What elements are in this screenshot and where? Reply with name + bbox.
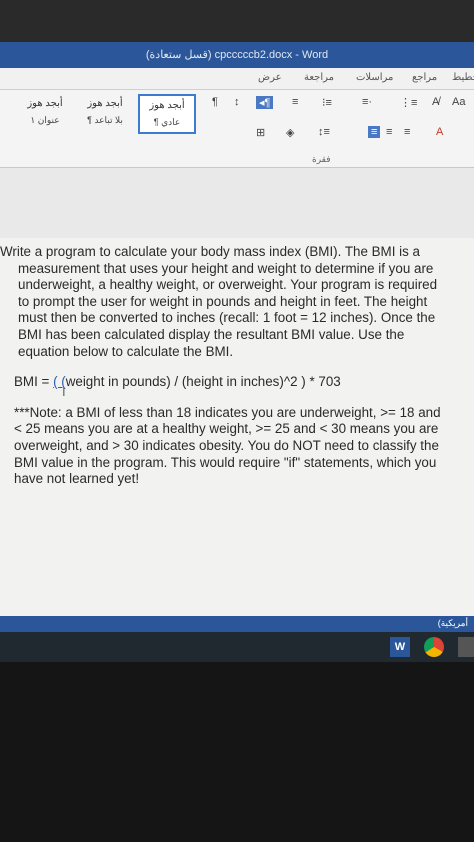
tab-view[interactable]: عرض <box>258 72 282 83</box>
pilcrow-icon[interactable]: ¶ <box>212 96 218 108</box>
formula-prefix: BMI = <box>14 374 54 390</box>
style-normal-sample: أبجد هوز <box>149 100 185 111</box>
style-no-spacing-label: ¶ بلا تباعد <box>87 115 123 125</box>
formula-rest: weight in pounds) / (height in inches)^2… <box>65 374 341 390</box>
app-icon[interactable] <box>458 637 474 657</box>
taskbar: W <box>0 632 474 662</box>
paragraph-group-label: فقرة <box>312 154 331 164</box>
tab-references[interactable]: مراجع <box>412 72 437 83</box>
tab-layout[interactable]: تخطيط <box>452 72 474 83</box>
line-spacing-icon[interactable]: ↕≡ <box>318 126 330 138</box>
indent-icon[interactable]: ≡ <box>292 96 298 108</box>
multilevel-icon[interactable]: ⋮≡ <box>400 96 417 109</box>
style-heading1-label: عنوان ١ <box>30 115 60 125</box>
paragraph-formula: BMI = ( (weight in pounds) / (height in … <box>0 374 444 391</box>
chrome-icon[interactable] <box>424 637 444 657</box>
bullets-icon[interactable]: ⁝≡ <box>322 96 332 109</box>
numbering-icon[interactable]: ≡· <box>362 96 372 108</box>
language-indicator[interactable]: (أمريكية <box>438 618 468 629</box>
word-icon[interactable]: W <box>390 637 410 657</box>
sort-icon[interactable]: ↕ <box>234 96 240 108</box>
monitor-bezel-bottom <box>0 662 474 842</box>
paragraph-note: ***Note: a BMI of less than 18 indicates… <box>14 404 441 487</box>
font-case-label[interactable]: Aa <box>452 96 465 108</box>
paragraph-instructions: Write a program to calculate your body m… <box>0 244 438 359</box>
monitor-bezel-top <box>0 0 474 42</box>
style-heading1-sample: أبجد هوز <box>27 98 63 109</box>
style-normal-label: ¶ عادي <box>153 117 181 127</box>
align-center-icon[interactable]: ≡ <box>386 126 392 138</box>
clear-format-icon[interactable]: A̸ <box>432 96 439 108</box>
tab-review[interactable]: مراجعة <box>304 72 334 83</box>
ribbon-tabs: عرض مراجعة مراسلات مراجع تخطيط <box>0 68 474 90</box>
align-left-icon[interactable]: ≡ <box>404 126 410 138</box>
window-title: (قسل ستعادة) cpcccccb2.docx - Word <box>0 42 474 68</box>
tab-mailings[interactable]: مراسلات <box>356 72 393 83</box>
document-page[interactable]: Write a program to calculate your body m… <box>0 238 474 616</box>
style-normal[interactable]: أبجد هوز ¶ عادي <box>138 94 196 134</box>
shading-icon[interactable]: ◈ <box>286 126 294 139</box>
ruler-area <box>0 168 474 238</box>
document-body[interactable]: Write a program to calculate your body m… <box>0 244 474 488</box>
font-color-label[interactable]: A <box>436 126 443 138</box>
borders-icon[interactable]: ⊞ <box>256 126 265 139</box>
ribbon: أبجد هوز عنوان ١ أبجد هوز ¶ بلا تباعد أب… <box>0 90 474 168</box>
style-heading1[interactable]: أبجد هوز عنوان ١ <box>16 94 74 134</box>
status-bar: (أمريكية <box>0 616 474 632</box>
style-no-spacing-sample: أبجد هوز <box>87 98 123 109</box>
text-cursor-icon: Ι <box>62 384 66 399</box>
style-no-spacing[interactable]: أبجد هوز ¶ بلا تباعد <box>76 94 134 134</box>
rtl-icon[interactable]: ◂¶ <box>256 96 274 109</box>
align-right-icon[interactable]: ≡ <box>368 126 381 138</box>
